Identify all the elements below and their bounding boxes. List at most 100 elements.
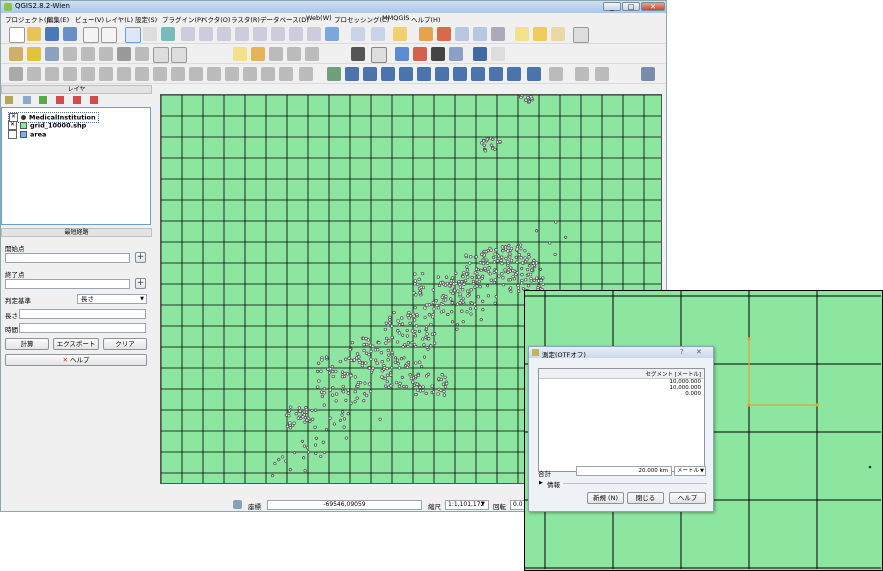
move-label-icon[interactable] (287, 47, 301, 61)
save-edits-icon[interactable] (45, 47, 59, 61)
reshape-icon[interactable] (171, 67, 185, 81)
python-console-icon[interactable] (395, 47, 409, 61)
menu-mmqgis[interactable]: MMQGIS (382, 14, 409, 22)
binoculars-icon[interactable] (431, 47, 445, 61)
add-group-icon[interactable] (23, 96, 31, 104)
zoom-layer-icon[interactable] (271, 27, 285, 41)
route-help-button[interactable]: ✕ ヘルプ (5, 354, 147, 366)
new-measure-button[interactable]: 新規 (N) (587, 492, 624, 504)
zoom-in-icon[interactable] (181, 27, 195, 41)
open-project-icon[interactable] (27, 27, 41, 41)
close-button[interactable]: ✕ (641, 2, 665, 11)
undo-icon[interactable] (27, 67, 41, 81)
show-hide-labels-icon[interactable] (269, 47, 283, 61)
calculate-button[interactable]: 計算 (5, 338, 49, 350)
help-question-icon[interactable]: ? (680, 348, 684, 356)
chevron-down-icon[interactable]: ▼ (481, 501, 485, 507)
pick-start-button[interactable]: + (135, 252, 146, 263)
add-feature-icon[interactable] (63, 47, 77, 61)
merge-features-icon[interactable] (243, 67, 257, 81)
menu-database[interactable]: データベース(D) (260, 14, 309, 24)
save-as-icon[interactable] (63, 27, 77, 41)
minimize-button[interactable]: _ (603, 2, 621, 11)
new-project-icon[interactable] (9, 27, 25, 43)
vector-tool-6-icon[interactable] (435, 67, 449, 81)
menu-layer[interactable]: レイヤ(L) (105, 14, 133, 24)
zoom-out-icon[interactable] (199, 27, 213, 41)
vector-tool-1-icon[interactable] (345, 67, 359, 81)
merge-attributes-icon[interactable] (261, 67, 275, 81)
current-edits-icon[interactable] (9, 47, 23, 61)
show-bookmarks-icon[interactable] (551, 27, 565, 41)
add-part-icon[interactable] (99, 67, 113, 81)
statistics-icon[interactable] (473, 27, 487, 41)
whats-this-icon[interactable] (491, 47, 505, 61)
paste-features-icon[interactable] (171, 47, 187, 63)
measure-line-icon[interactable] (491, 27, 505, 41)
delete-ring-icon[interactable] (135, 67, 149, 81)
vector-tool-2-icon[interactable] (363, 67, 377, 81)
help-book-icon[interactable] (473, 47, 487, 61)
clear-button[interactable]: クリア (103, 338, 147, 350)
criterion-select[interactable]: 長さ ▼ (77, 294, 147, 304)
vector-tool-11-icon[interactable] (527, 67, 541, 81)
new-bookmark-icon[interactable] (533, 27, 547, 41)
move-feature-icon[interactable] (81, 47, 95, 61)
vector-tool-10-icon[interactable] (507, 67, 521, 81)
menu-processing[interactable]: プロセッシング(C) (334, 14, 389, 24)
fill-ring-icon[interactable] (117, 67, 131, 81)
offset-curve-icon[interactable] (189, 67, 203, 81)
layer-item-grid[interactable]: ✕ grid_10000.shp (8, 121, 86, 130)
label-tool-icon[interactable] (233, 47, 247, 61)
split-features-icon[interactable] (207, 67, 221, 81)
delete-selected-icon[interactable] (117, 47, 131, 61)
vector-tool-8-icon[interactable] (471, 67, 485, 81)
zoom-native-icon[interactable] (217, 27, 231, 41)
add-csv-layer-icon[interactable] (371, 47, 387, 63)
layer-checkbox[interactable] (8, 130, 17, 139)
menu-edit[interactable]: 編集(E) (47, 14, 69, 24)
add-point-icon[interactable] (575, 67, 589, 81)
select-features-icon[interactable] (393, 27, 407, 41)
zoom-last-icon[interactable] (289, 27, 303, 41)
collapse-all-icon[interactable] (73, 96, 81, 104)
redo-icon[interactable] (45, 67, 59, 81)
length-field[interactable] (19, 309, 146, 319)
grass-tools-icon[interactable] (641, 67, 655, 81)
expand-triangle-icon[interactable]: ▶ (539, 480, 543, 486)
check-geometry-icon[interactable] (327, 67, 341, 81)
start-point-field[interactable] (5, 253, 130, 263)
touch-zoom-icon[interactable] (125, 27, 141, 43)
export-button[interactable]: エクスポート (53, 338, 99, 350)
close-icon[interactable]: ✕ (696, 348, 702, 356)
copy-features-icon[interactable] (153, 47, 169, 63)
zoom-next-icon[interactable] (307, 27, 321, 41)
menu-settings[interactable]: 設定(S) (135, 14, 157, 24)
rotate-label-icon[interactable] (305, 47, 319, 61)
vector-tool-4-icon[interactable] (399, 67, 413, 81)
maximize-button[interactable]: □ (622, 2, 640, 11)
text-annotation-icon[interactable] (573, 27, 589, 43)
refresh-icon[interactable] (325, 27, 339, 41)
remove-layer-icon[interactable] (90, 96, 98, 104)
vector-tool-3-icon[interactable] (381, 67, 395, 81)
menu-web[interactable]: Web(W) (306, 14, 332, 22)
pin-labels-icon[interactable] (251, 47, 265, 61)
pan-hand-icon[interactable] (143, 27, 157, 41)
delete-part-icon[interactable] (153, 67, 167, 81)
menu-raster[interactable]: ラスタ(R) (231, 14, 260, 24)
identify-dropdown-icon[interactable] (371, 27, 385, 41)
end-point-field[interactable] (5, 279, 130, 289)
identify-icon[interactable] (351, 27, 365, 41)
rotate-symbols-icon[interactable] (279, 67, 293, 81)
vector-tool-9-icon[interactable] (489, 67, 503, 81)
deselect-icon[interactable] (419, 27, 433, 41)
field-calculator-icon[interactable] (437, 27, 451, 41)
split-parts-icon[interactable] (225, 67, 239, 81)
save-project-icon[interactable] (45, 27, 59, 41)
open-layer-styling-icon[interactable] (5, 96, 13, 104)
toggle-editing-icon[interactable] (27, 47, 41, 61)
menu-vector[interactable]: ベクタ(O) (201, 14, 230, 24)
rotation-field[interactable]: 0.0 (510, 500, 525, 510)
layer-checkbox[interactable]: ✕ (8, 121, 17, 130)
